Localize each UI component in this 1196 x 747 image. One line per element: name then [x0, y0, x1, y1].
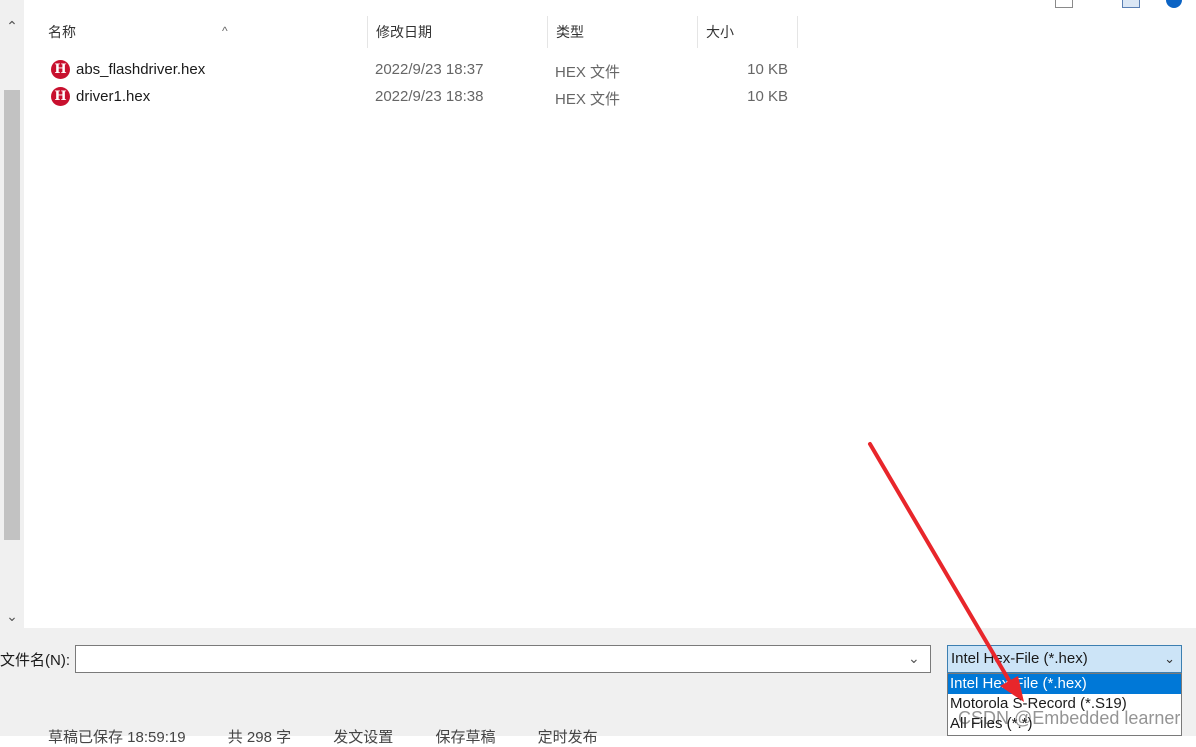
filename-label: 文件名(N):	[0, 652, 70, 669]
scrollbar-thumb[interactable]	[4, 90, 20, 540]
file-type-select[interactable]: Intel Hex-File (*.hex) ⌄	[947, 645, 1182, 673]
file-type-selected: Intel Hex-File (*.hex)	[951, 650, 1088, 667]
view-toggle-icon[interactable]	[1055, 0, 1073, 8]
file-name: abs_flashdriver.hex	[76, 61, 206, 78]
file-date: 2022/9/23 18:38	[375, 88, 484, 105]
scroll-down-icon[interactable]: ⌄	[0, 608, 24, 624]
column-header-type[interactable]: 类型	[548, 16, 698, 48]
file-type-option-hex[interactable]: Intel Hex-File (*.hex)	[948, 674, 1181, 694]
filename-input[interactable]	[80, 647, 904, 673]
file-list-header: 名称 修改日期 类型 大小 ^	[24, 16, 1196, 48]
hex-file-icon: H	[51, 87, 70, 106]
file-date: 2022/9/23 18:37	[375, 61, 484, 78]
watermark: CSDN @Embedded learner	[958, 708, 1181, 728]
help-icon[interactable]	[1166, 0, 1182, 8]
column-header-name[interactable]: 名称	[40, 16, 368, 48]
preview-pane-icon[interactable]	[1122, 0, 1140, 8]
column-header-size[interactable]: 大小	[698, 16, 798, 48]
file-size: 10 KB	[747, 61, 788, 78]
hex-file-icon: H	[51, 60, 70, 79]
file-row[interactable]: H abs_flashdriver.hex 2022/9/23 18:37 HE…	[24, 57, 804, 84]
column-header-date[interactable]: 修改日期	[368, 16, 548, 48]
draft-saved-text: 草稿已保存 18:59:19	[48, 729, 186, 746]
background-status-bar: 草稿已保存 18:59:19 共 298 字 发文设置 保存草稿 定时发布	[48, 726, 636, 747]
file-type: HEX 文件	[555, 91, 621, 108]
sort-ascending-icon: ^	[222, 24, 228, 38]
save-draft-text: 保存草稿	[435, 729, 496, 746]
file-size: 10 KB	[747, 88, 788, 105]
filename-field[interactable]	[75, 645, 931, 673]
file-name: driver1.hex	[76, 88, 151, 105]
chevron-down-icon[interactable]: ⌄	[908, 650, 920, 667]
scroll-up-icon[interactable]: ⌃	[0, 18, 24, 34]
navigation-pane-scrollbar[interactable]: ⌃ ⌄	[0, 0, 24, 628]
file-row[interactable]: H driver1.hex 2022/9/23 18:38 HEX 文件 10 …	[24, 84, 804, 111]
schedule-publish-text: 定时发布	[537, 729, 598, 746]
file-type: HEX 文件	[555, 64, 621, 81]
publish-settings-text: 发文设置	[333, 729, 394, 746]
word-count-text: 共 298 字	[227, 729, 292, 746]
chevron-down-icon: ⌄	[1164, 651, 1175, 666]
